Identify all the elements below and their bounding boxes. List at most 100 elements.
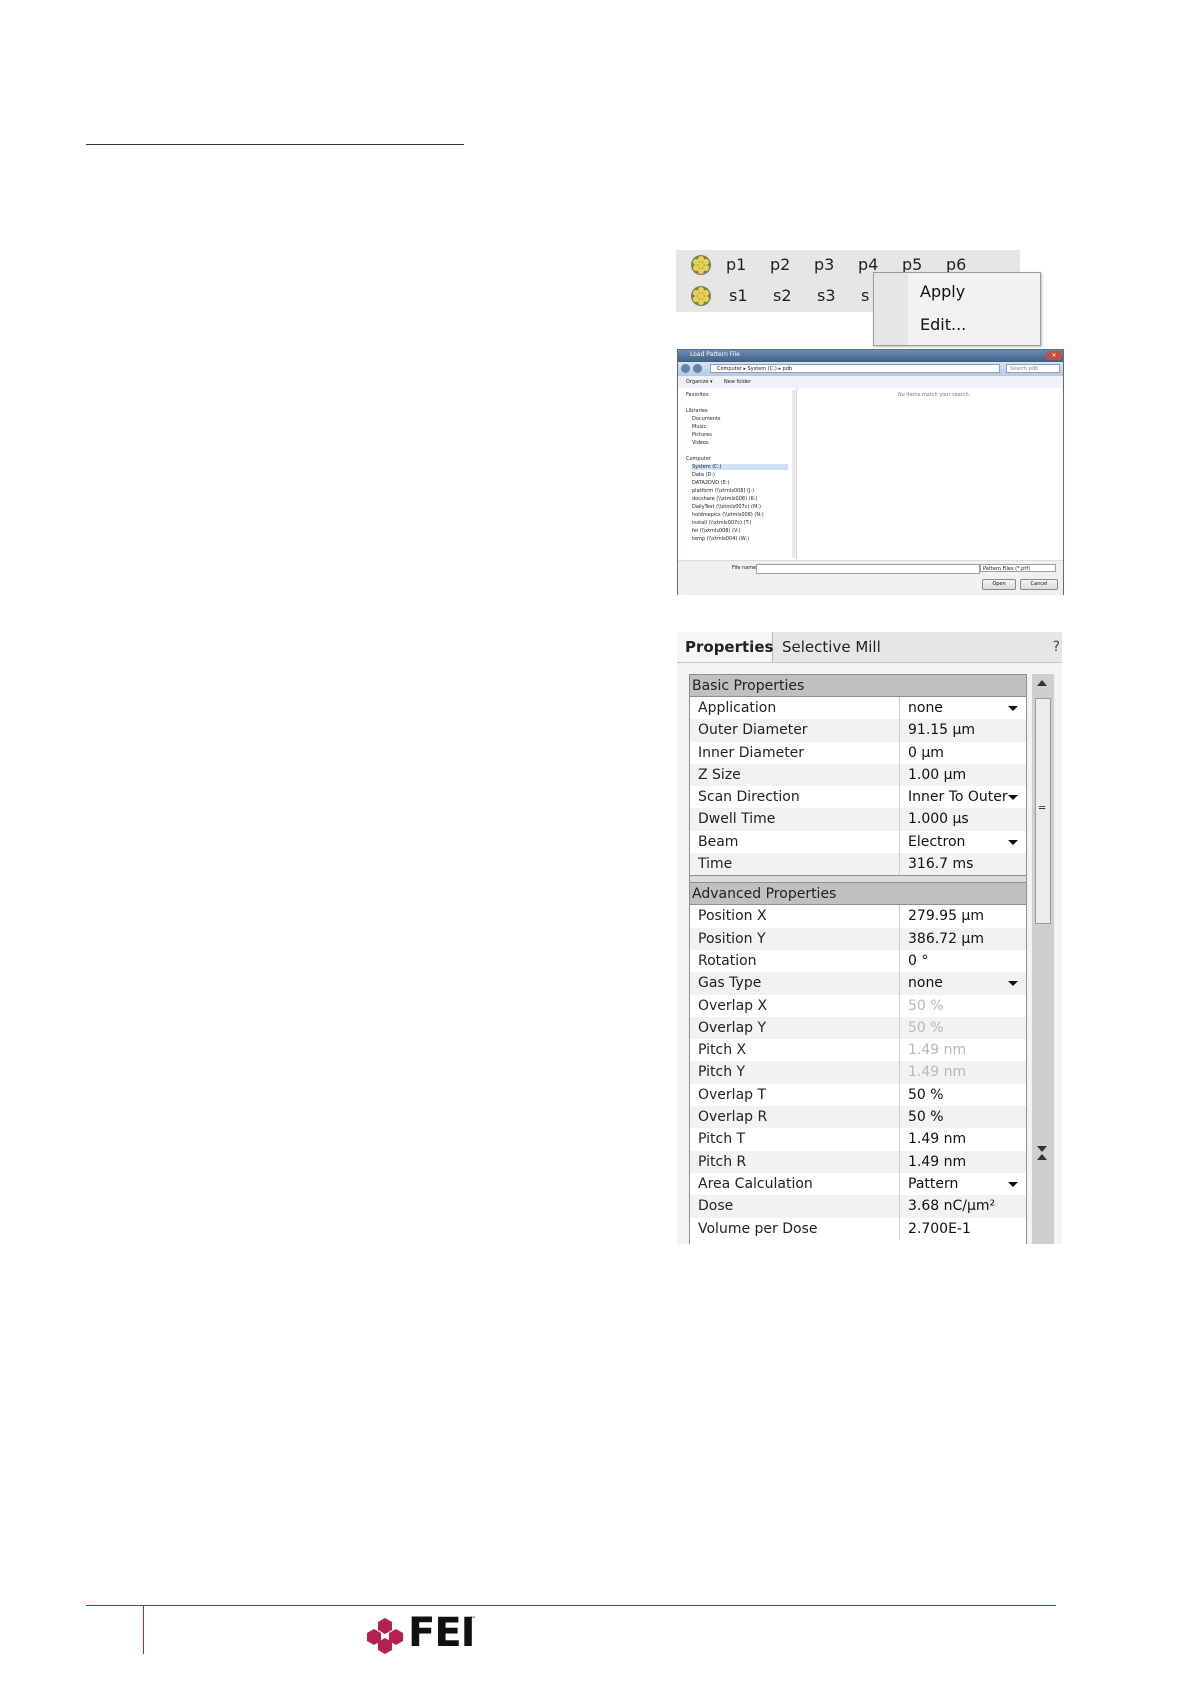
property-value-dropdown[interactable]: none	[900, 697, 1026, 719]
file-type-select[interactable]: Pattern Files (*.ptf)	[980, 564, 1056, 572]
nav-computer[interactable]: Computer	[686, 456, 711, 462]
property-value[interactable]: 1.00 µm	[900, 764, 1026, 786]
property-value[interactable]: 316.7 ms	[900, 853, 1026, 875]
nav-favorites[interactable]: Favorites	[686, 392, 709, 398]
search-input[interactable]: Search pdb	[1006, 364, 1060, 373]
property-row[interactable]: Gas Type none	[690, 972, 1026, 995]
pattern-p2[interactable]: p2	[770, 255, 790, 274]
cancel-button[interactable]: Cancel	[1020, 579, 1058, 590]
pattern-p1[interactable]: p1	[726, 255, 746, 274]
property-row[interactable]: Pitch Y 1.49 nm	[690, 1061, 1026, 1084]
property-row[interactable]: Volume per Dose 2.700E-1 µm³/nC	[690, 1217, 1026, 1244]
chevron-down-icon[interactable]	[1008, 706, 1018, 711]
pattern-cluster-icon[interactable]	[690, 254, 712, 276]
property-value[interactable]: 1.49 nm	[900, 1128, 1026, 1150]
property-value[interactable]: 0 °	[900, 950, 1026, 972]
property-value[interactable]: 50 %	[900, 1084, 1026, 1106]
close-icon[interactable]: ✕	[1047, 351, 1061, 360]
nav-holdmepics-n[interactable]: holdmepics (\\xtmls008) (N:)	[692, 512, 764, 518]
property-row[interactable]: Overlap X 50 %	[690, 994, 1026, 1017]
property-value[interactable]: 386.72 µm	[900, 928, 1026, 950]
nav-dailytest-m[interactable]: DailyTest (\\xtmls007c) (M:)	[692, 504, 761, 510]
nav-music[interactable]: Music	[692, 424, 706, 430]
new-folder-button[interactable]: New folder	[724, 379, 751, 385]
scroll-thumb[interactable]: ═	[1035, 698, 1051, 924]
file-name-input[interactable]	[756, 564, 980, 574]
property-row[interactable]: Area Calculation Pattern	[690, 1172, 1026, 1196]
scroll-up-icon[interactable]	[1037, 1154, 1047, 1160]
menu-item-edit[interactable]: Edit...	[920, 315, 966, 334]
property-value[interactable]: 1.000 µs	[900, 808, 1026, 830]
nav-fei-v[interactable]: fei (\\xtmls008) (V:)	[692, 528, 741, 534]
property-row[interactable]: Scan Direction Inner To Outer	[690, 786, 1026, 809]
property-value-dropdown[interactable]: Inner To Outer	[900, 786, 1026, 808]
property-row[interactable]: Application none	[690, 697, 1026, 720]
pattern-s1[interactable]: s1	[729, 286, 748, 305]
property-row[interactable]: Outer Diameter 91.15 µm	[690, 719, 1026, 742]
nav-install-t[interactable]: install (\\xtmls007c) (T:)	[692, 520, 752, 526]
open-button[interactable]: Open	[982, 579, 1016, 590]
nav-system-c[interactable]: System (C:)	[692, 464, 788, 470]
property-value[interactable]: 279.95 µm	[900, 905, 1026, 927]
pattern-s3[interactable]: s3	[817, 286, 836, 305]
property-row[interactable]: Overlap R 50 %	[690, 1106, 1026, 1129]
property-row[interactable]: Inner Diameter 0 µm	[690, 741, 1026, 764]
property-row[interactable]: Position X 279.95 µm	[690, 905, 1026, 928]
chevron-down-icon[interactable]	[1008, 981, 1018, 987]
property-row[interactable]: Z Size 1.00 µm	[690, 763, 1026, 787]
scroll-up-icon[interactable]	[1037, 680, 1047, 686]
tab-properties[interactable]: Properties	[677, 632, 773, 662]
pattern-s2[interactable]: s2	[773, 286, 792, 305]
basic-properties-header[interactable]: Basic Properties	[690, 675, 1026, 697]
nav-pictures[interactable]: Pictures	[692, 432, 712, 438]
tab-selective-mill[interactable]: Selective Mill	[774, 632, 924, 662]
property-value[interactable]: 3.68 nC/µm²	[900, 1195, 1026, 1217]
file-list: No items match your search.	[798, 388, 1062, 560]
pattern-p3[interactable]: p3	[814, 255, 834, 274]
property-value[interactable]: 50 %	[900, 1106, 1026, 1128]
address-input[interactable]: Computer ▸ System (C:) ▸ pdb	[710, 364, 1000, 373]
advanced-properties-header[interactable]: Advanced Properties	[690, 883, 1026, 906]
property-value[interactable]: 91.15 µm	[900, 719, 1026, 741]
pattern-cluster-icon[interactable]	[690, 285, 712, 307]
property-row[interactable]: Overlap Y 50 %	[690, 1016, 1026, 1040]
property-value-dropdown[interactable]: none	[900, 972, 1026, 994]
nav-docshare-k[interactable]: docshare (\\xtmls008) (K:)	[692, 496, 757, 502]
chevron-down-icon[interactable]	[1008, 839, 1018, 845]
property-row[interactable]: Pitch X 1.49 nm	[690, 1039, 1026, 1062]
vertical-scrollbar[interactable]: ═	[1032, 674, 1054, 1244]
property-row[interactable]: Time 316.7 ms	[690, 853, 1026, 876]
nav-temp-w[interactable]: temp (\\xtmls004) (W:)	[692, 536, 749, 542]
property-value[interactable]: 0 µm	[900, 742, 1026, 764]
property-row[interactable]: Dose 3.68 nC/µm²	[690, 1195, 1026, 1218]
nav-documents[interactable]: Documents	[692, 416, 721, 422]
chevron-down-icon[interactable]	[1008, 795, 1018, 801]
property-row[interactable]: Position Y 386.72 µm	[690, 927, 1026, 950]
nav-videos[interactable]: Videos	[692, 440, 709, 446]
nav-data2dvd-e[interactable]: DATA2DVD (E:)	[692, 480, 729, 486]
organize-button[interactable]: Organize ▾	[686, 379, 713, 385]
nav-scrollbar[interactable]	[792, 390, 796, 558]
back-icon[interactable]	[681, 364, 690, 373]
nav-libraries[interactable]: Libraries	[686, 408, 708, 414]
property-value-text: 50 %	[908, 997, 944, 1014]
help-button[interactable]: ?	[1053, 639, 1060, 655]
property-row[interactable]: Dwell Time 1.000 µs	[690, 808, 1026, 831]
nav-platform-j[interactable]: platform (\\xtmls008) (J:)	[692, 488, 754, 494]
pattern-s4[interactable]: s	[861, 286, 869, 305]
menu-item-apply[interactable]: Apply	[920, 282, 965, 301]
nav-data-d[interactable]: Data (D:)	[692, 472, 715, 478]
chevron-down-icon[interactable]	[1008, 1181, 1018, 1187]
property-row[interactable]: Pitch R 1.49 nm	[690, 1150, 1026, 1173]
property-row[interactable]: Pitch T 1.49 nm	[690, 1128, 1026, 1151]
property-row[interactable]: Rotation 0 °	[690, 949, 1026, 973]
scroll-down-icon[interactable]	[1037, 1146, 1047, 1152]
property-value[interactable]: 2.700E-1 µm³/nC	[900, 1218, 1026, 1244]
forward-icon[interactable]	[693, 364, 702, 373]
property-value[interactable]: 1.49 nm	[900, 1151, 1026, 1173]
property-row[interactable]: Overlap T 50 %	[690, 1083, 1026, 1107]
property-value-dropdown[interactable]: Electron	[900, 831, 1026, 853]
property-value-dropdown[interactable]: Pattern	[900, 1173, 1026, 1195]
dialog-title: Load Pattern File	[690, 351, 740, 358]
property-row[interactable]: Beam Electron	[690, 830, 1026, 854]
